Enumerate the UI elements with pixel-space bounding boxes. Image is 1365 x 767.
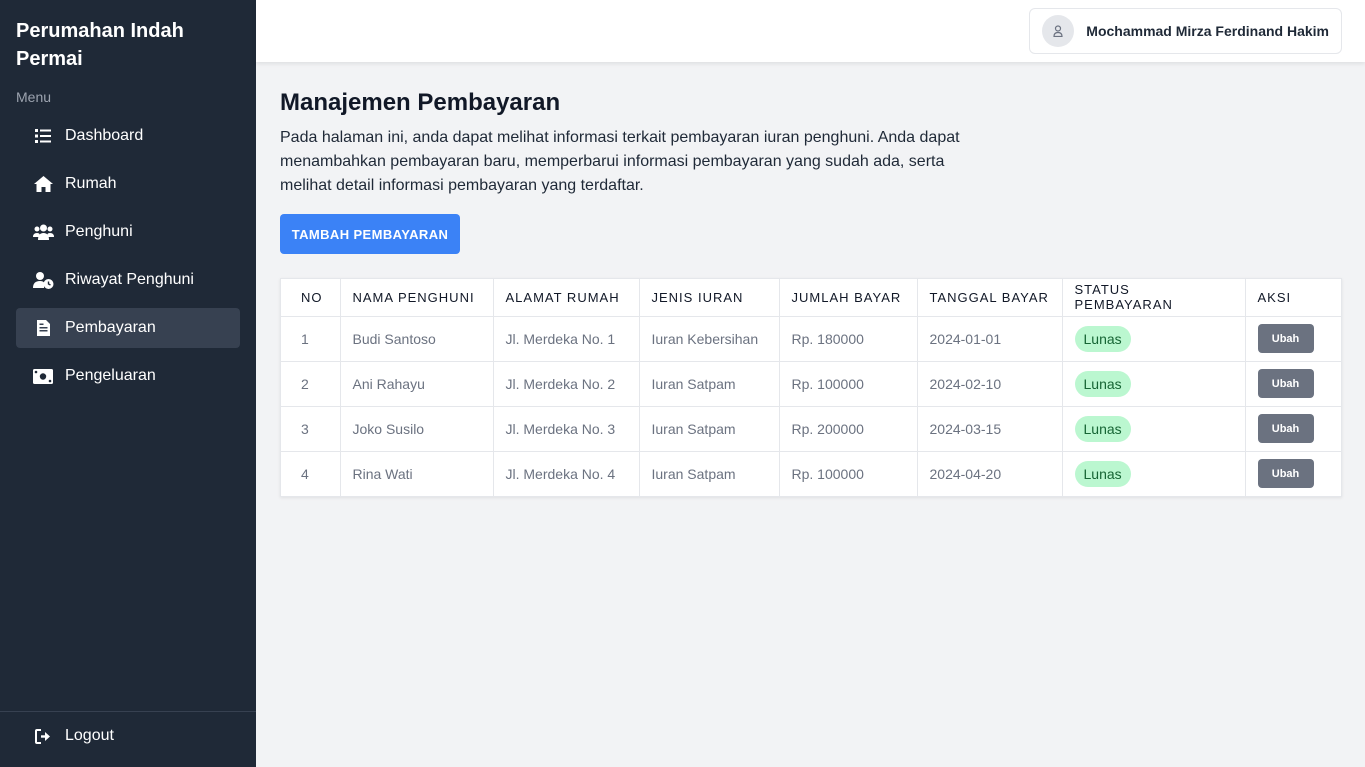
sidebar-item-label: Dashboard bbox=[65, 127, 144, 144]
column-header-no: NO bbox=[281, 279, 341, 317]
cell-no: 1 bbox=[281, 316, 341, 362]
edit-button[interactable]: Ubah bbox=[1257, 324, 1314, 353]
cell-address: Jl. Merdeka No. 2 bbox=[493, 361, 640, 407]
cell-amount: Rp. 200000 bbox=[779, 406, 918, 452]
sidebar-item-label: Pengeluaran bbox=[65, 367, 156, 384]
status-badge: Lunas bbox=[1074, 370, 1131, 397]
top-bar: Mochammad Mirza Ferdinand Hakim bbox=[256, 0, 1365, 62]
cell-amount: Rp. 100000 bbox=[779, 361, 918, 407]
cell-name: Budi Santoso bbox=[340, 316, 494, 362]
table-row: 4 Rina Wati Jl. Merdeka No. 4 Iuran Satp… bbox=[281, 451, 1341, 496]
cell-address: Jl. Merdeka No. 4 bbox=[493, 451, 640, 496]
cell-amount: Rp. 180000 bbox=[779, 316, 918, 362]
cell-amount: Rp. 100000 bbox=[779, 451, 918, 496]
users-icon bbox=[32, 223, 54, 241]
avatar bbox=[1042, 15, 1075, 47]
table-row: 1 Budi Santoso Jl. Merdeka No. 1 Iuran K… bbox=[281, 316, 1341, 362]
column-header-status: STATUS PEMBAYARAN bbox=[1062, 279, 1246, 317]
sidebar-nav: Dashboard Rumah Penghuni Riwayat Penghun… bbox=[16, 116, 240, 404]
cell-date: 2024-03-15 bbox=[917, 406, 1063, 452]
cell-action: Ubah bbox=[1245, 451, 1341, 496]
sidebar-item-pengeluaran[interactable]: Pengeluaran bbox=[16, 356, 240, 396]
sidebar-item-label: Rumah bbox=[65, 175, 117, 192]
sidebar-item-label: Pembayaran bbox=[65, 319, 156, 336]
sidebar-item-label: Riwayat Penghuni bbox=[65, 271, 194, 288]
brand-title: Perumahan Indah Permai bbox=[16, 20, 184, 70]
column-header-name: NAMA PENGHUNI bbox=[340, 279, 494, 317]
user-name: Mochammad Mirza Ferdinand Hakim bbox=[1086, 23, 1329, 39]
cell-action: Ubah bbox=[1245, 406, 1341, 452]
cell-type: Iuran Satpam bbox=[639, 451, 780, 496]
edit-button[interactable]: Ubah bbox=[1257, 369, 1314, 398]
cell-status: Lunas bbox=[1062, 361, 1246, 407]
cell-name: Rina Wati bbox=[340, 451, 494, 496]
column-header-type: JENIS IURAN bbox=[639, 279, 780, 317]
column-header-action: AKSI bbox=[1245, 279, 1341, 317]
page-title: Manajemen Pembayaran bbox=[280, 89, 561, 116]
logout-button[interactable]: Logout bbox=[16, 716, 240, 756]
column-header-amount: JUMLAH BAYAR bbox=[779, 279, 918, 317]
edit-button[interactable]: Ubah bbox=[1257, 414, 1314, 443]
sidebar: Perumahan Indah Permai Menu Dashboard Ru… bbox=[0, 0, 256, 767]
column-header-address: ALAMAT RUMAH bbox=[493, 279, 640, 317]
logout-icon bbox=[32, 727, 54, 745]
status-badge: Lunas bbox=[1074, 415, 1131, 442]
money-icon bbox=[32, 367, 54, 385]
cell-no: 4 bbox=[281, 451, 341, 496]
user-clock-icon bbox=[32, 271, 54, 289]
file-invoice-icon bbox=[32, 319, 54, 337]
column-header-date: TANGGAL BAYAR bbox=[917, 279, 1063, 317]
table-row: 2 Ani Rahayu Jl. Merdeka No. 2 Iuran Sat… bbox=[281, 361, 1341, 407]
list-icon bbox=[32, 127, 54, 145]
add-payment-button[interactable]: TAMBAH PEMBAYARAN bbox=[280, 214, 460, 254]
cell-status: Lunas bbox=[1062, 406, 1246, 452]
cell-date: 2024-04-20 bbox=[917, 451, 1063, 496]
table-row: 3 Joko Susilo Jl. Merdeka No. 3 Iuran Sa… bbox=[281, 406, 1341, 452]
sidebar-item-label: Penghuni bbox=[65, 223, 133, 240]
page-description: Pada halaman ini, anda dapat melihat inf… bbox=[280, 129, 960, 194]
sidebar-item-dashboard[interactable]: Dashboard bbox=[16, 116, 240, 156]
cell-no: 2 bbox=[281, 361, 341, 407]
sidebar-divider bbox=[0, 711, 256, 712]
cell-status: Lunas bbox=[1062, 316, 1246, 362]
cell-date: 2024-02-10 bbox=[917, 361, 1063, 407]
cell-address: Jl. Merdeka No. 1 bbox=[493, 316, 640, 362]
cell-action: Ubah bbox=[1245, 316, 1341, 362]
sidebar-item-rumah[interactable]: Rumah bbox=[16, 164, 240, 204]
cell-name: Ani Rahayu bbox=[340, 361, 494, 407]
cell-type: Iuran Satpam bbox=[639, 361, 780, 407]
sidebar-item-pembayaran[interactable]: Pembayaran bbox=[16, 308, 240, 348]
status-badge: Lunas bbox=[1074, 325, 1131, 352]
status-badge: Lunas bbox=[1074, 460, 1131, 487]
cell-type: Iuran Satpam bbox=[639, 406, 780, 452]
sidebar-item-penghuni[interactable]: Penghuni bbox=[16, 212, 240, 252]
edit-button[interactable]: Ubah bbox=[1257, 459, 1314, 489]
cell-status: Lunas bbox=[1062, 451, 1246, 496]
payments-table: NO NAMA PENGHUNI ALAMAT RUMAH JENIS IURA… bbox=[280, 278, 1342, 497]
cell-action: Ubah bbox=[1245, 361, 1341, 407]
cell-address: Jl. Merdeka No. 3 bbox=[493, 406, 640, 452]
home-icon bbox=[32, 175, 54, 193]
sidebar-item-riwayat-penghuni[interactable]: Riwayat Penghuni bbox=[16, 260, 240, 300]
logout-label: Logout bbox=[65, 727, 114, 744]
table-header-row: NO NAMA PENGHUNI ALAMAT RUMAH JENIS IURA… bbox=[281, 279, 1341, 317]
menu-label: Menu bbox=[16, 89, 52, 105]
user-icon bbox=[1053, 25, 1063, 37]
cell-date: 2024-01-01 bbox=[917, 316, 1063, 362]
cell-no: 3 bbox=[281, 406, 341, 452]
cell-name: Joko Susilo bbox=[340, 406, 494, 452]
cell-type: Iuran Kebersihan bbox=[639, 316, 780, 362]
user-menu[interactable]: Mochammad Mirza Ferdinand Hakim bbox=[1029, 8, 1342, 54]
